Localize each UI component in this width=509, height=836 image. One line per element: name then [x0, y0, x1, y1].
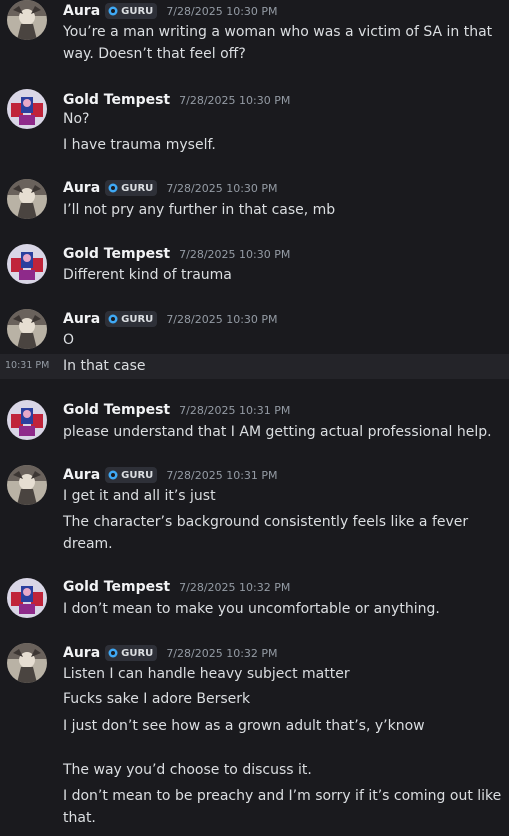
guru-badge-icon: [108, 6, 118, 16]
avatar[interactable]: [7, 244, 47, 284]
username[interactable]: Gold Tempest: [63, 92, 170, 108]
message-header: Aura GURU 7/28/2025 10:31 PM: [63, 464, 278, 486]
message-text: In that case: [63, 358, 146, 374]
timestamp[interactable]: 7/28/2025 10:31 PM: [166, 469, 277, 482]
message-header: Aura GURU 7/28/2025 10:30 PM: [63, 177, 278, 199]
timestamp[interactable]: 7/28/2025 10:30 PM: [179, 248, 290, 261]
username[interactable]: Aura: [63, 180, 100, 196]
timestamp[interactable]: 7/28/2025 10:30 PM: [166, 313, 277, 326]
message-text: The way you’d choose to discuss it.: [63, 762, 312, 778]
badge-label: GURU: [121, 469, 154, 481]
message-text: You’re a man writing a woman who was a v…: [63, 24, 493, 62]
username[interactable]: Aura: [63, 645, 100, 661]
message-text: I’ll not pry any further in that case, m…: [63, 202, 336, 218]
badge-label: GURU: [121, 182, 154, 194]
guru-badge[interactable]: GURU: [105, 180, 158, 196]
avatar[interactable]: [7, 179, 47, 219]
message-text: I don’t mean to be preachy and I’m sorry…: [63, 788, 502, 826]
avatar[interactable]: [7, 89, 47, 129]
message-header: Aura GURU 7/28/2025 10:32 PM: [63, 642, 278, 664]
message-text: please understand that I AM getting actu…: [63, 424, 492, 440]
message-text: No?: [63, 111, 90, 127]
guru-badge[interactable]: GURU: [105, 645, 158, 661]
username[interactable]: Gold Tempest: [63, 402, 170, 418]
message-header: Gold Tempest 7/28/2025 10:30 PM: [63, 243, 290, 265]
badge-label: GURU: [121, 647, 154, 659]
message-text: Listen I can handle heavy subject matter: [63, 666, 350, 682]
message-text: Different kind of trauma: [63, 267, 232, 283]
message-header: Aura GURU 7/28/2025 10:30 PM: [63, 0, 278, 22]
guru-badge-icon: [108, 648, 118, 658]
guru-badge-icon: [108, 470, 118, 480]
message-header: Aura GURU 7/28/2025 10:30 PM: [63, 308, 278, 330]
timestamp[interactable]: 7/28/2025 10:32 PM: [166, 647, 277, 660]
message-header: Gold Tempest 7/28/2025 10:32 PM: [63, 576, 290, 598]
guru-badge-icon: [108, 314, 118, 324]
hover-timestamp: 10:31 PM: [5, 360, 50, 371]
avatar[interactable]: [7, 578, 47, 618]
username[interactable]: Gold Tempest: [63, 246, 170, 262]
username[interactable]: Aura: [63, 467, 100, 483]
guru-badge[interactable]: GURU: [105, 467, 158, 483]
username[interactable]: Aura: [63, 3, 100, 19]
message-text: O: [63, 332, 75, 348]
timestamp[interactable]: 7/28/2025 10:31 PM: [179, 404, 290, 417]
avatar[interactable]: [7, 465, 47, 505]
message-header: Gold Tempest 7/28/2025 10:31 PM: [63, 399, 290, 421]
badge-label: GURU: [121, 313, 154, 325]
avatar[interactable]: [7, 643, 47, 683]
timestamp[interactable]: 7/28/2025 10:30 PM: [166, 5, 277, 18]
message-text: I have trauma myself.: [63, 137, 216, 153]
message-text: I don’t mean to make you uncomfortable o…: [63, 601, 440, 617]
badge-label: GURU: [121, 5, 154, 17]
timestamp[interactable]: 7/28/2025 10:32 PM: [179, 581, 290, 594]
timestamp[interactable]: 7/28/2025 10:30 PM: [179, 94, 290, 107]
message-text: I just don’t see how as a grown adult th…: [63, 718, 425, 734]
avatar[interactable]: [7, 309, 47, 349]
message-text: Fucks sake I adore Berserk: [63, 691, 251, 707]
avatar[interactable]: [7, 400, 47, 440]
username[interactable]: Gold Tempest: [63, 579, 170, 595]
guru-badge-icon: [108, 183, 118, 193]
username[interactable]: Aura: [63, 311, 100, 327]
chat-log: 10:31 PM Aura GURU 7/28/2025 10:30 PM Yo…: [0, 0, 509, 836]
guru-badge[interactable]: GURU: [105, 3, 158, 19]
guru-badge[interactable]: GURU: [105, 311, 158, 327]
message-text: I get it and all it’s just: [63, 488, 216, 504]
avatar[interactable]: [7, 0, 47, 40]
message-text: The character’s background consistently …: [63, 514, 469, 552]
timestamp[interactable]: 7/28/2025 10:30 PM: [166, 182, 277, 195]
